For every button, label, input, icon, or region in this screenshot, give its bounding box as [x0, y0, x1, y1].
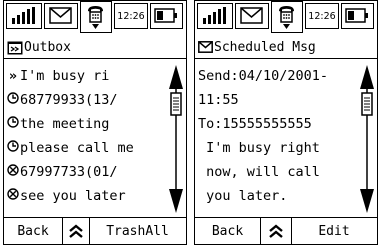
softkey-bar: Back Edit	[195, 217, 377, 244]
double-chevron-up-icon	[269, 224, 283, 238]
scheduled-msg-screen: 12:26 Scheduled Msg Send:04/10/2001- 11:…	[194, 0, 378, 245]
status-bar: 12:26	[4, 1, 186, 35]
list-item-text: please call me	[20, 140, 134, 156]
list-item-text: see you later	[20, 188, 126, 204]
outbox-folder-icon	[7, 41, 23, 55]
list-item[interactable]: please call me	[4, 136, 134, 160]
back-softkey[interactable]: Back	[195, 218, 260, 244]
menu-up-softkey[interactable]	[260, 218, 292, 244]
message-line: you later.	[198, 188, 288, 204]
envelope-icon	[198, 40, 213, 55]
clock-time: 12:26	[305, 3, 339, 29]
list-item-text: I'm busy ri	[20, 68, 110, 84]
scroll-down-arrow-icon	[360, 189, 374, 213]
sending-icon: »	[8, 68, 18, 84]
battery-icon	[341, 3, 374, 29]
list-item-text: the meeting	[20, 116, 110, 132]
message-line: now, will call	[198, 164, 320, 180]
pending-clock-icon	[6, 140, 20, 156]
scrollbar[interactable]	[357, 63, 377, 215]
pending-clock-icon	[6, 116, 20, 132]
scroll-down-arrow-icon	[169, 189, 183, 213]
list-item-text: 68779933(13/	[20, 92, 118, 108]
outbox-screen: 12:26 Outbox » I'm busy ri 68779933(13/ …	[3, 0, 187, 245]
list-item-text: 67997733(01/	[20, 164, 118, 180]
envelope-icon	[44, 3, 78, 29]
message-line: 11:55	[198, 92, 239, 108]
screen-title-bar: Outbox	[4, 37, 186, 59]
menu-up-softkey[interactable]	[62, 218, 90, 244]
status-bar: 12:26	[195, 1, 377, 35]
scroll-up-arrow-icon	[360, 65, 374, 89]
edit-softkey[interactable]: Edit	[292, 218, 376, 244]
screen-title-bar: Scheduled Msg	[195, 37, 377, 59]
signal-strength-icon	[197, 3, 233, 29]
list-item[interactable]: the meeting	[4, 112, 109, 136]
envelope-icon	[235, 3, 269, 29]
list-item[interactable]: 67997733(01/	[4, 160, 118, 184]
battery-icon	[150, 3, 183, 29]
trash-all-softkey[interactable]: TrashAll	[90, 218, 185, 244]
list-item[interactable]: 68779933(13/	[4, 88, 118, 112]
back-softkey[interactable]: Back	[4, 218, 62, 244]
list-item[interactable]: » I'm busy ri	[4, 64, 109, 88]
screen-title: Scheduled Msg	[214, 40, 316, 55]
failed-x-icon	[6, 188, 20, 204]
message-line: I'm busy right	[198, 140, 320, 156]
telephone-icon	[271, 1, 303, 33]
pending-clock-icon	[6, 92, 20, 108]
message-line: To:15555555555	[198, 116, 312, 132]
list-item[interactable]: see you later	[4, 184, 126, 208]
telephone-icon	[80, 1, 112, 33]
scroll-up-arrow-icon	[169, 65, 183, 89]
failed-x-icon	[6, 164, 20, 180]
softkey-bar: Back TrashAll	[4, 217, 186, 244]
double-chevron-up-icon	[69, 224, 83, 238]
clock-time: 12:26	[114, 3, 148, 29]
message-line: Send:04/10/2001-	[198, 68, 329, 84]
signal-strength-icon	[6, 3, 42, 29]
scrollbar[interactable]	[166, 63, 186, 215]
screen-title: Outbox	[24, 40, 71, 55]
